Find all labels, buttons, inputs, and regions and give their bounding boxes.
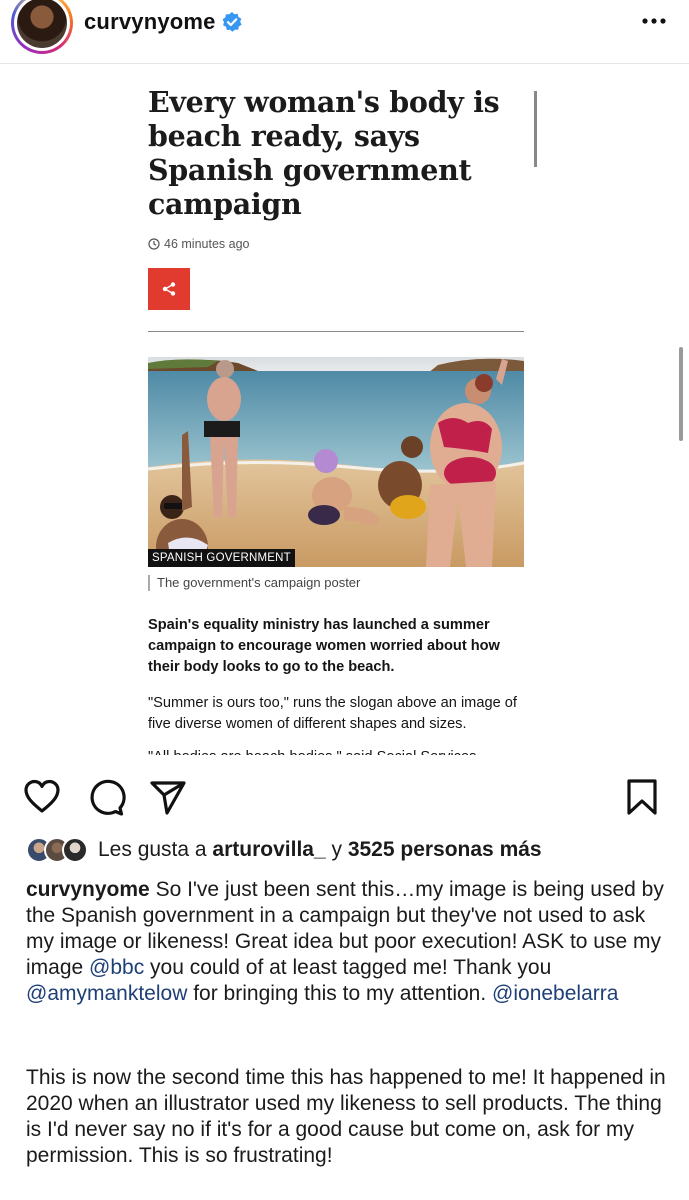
beach-illustration: [148, 357, 524, 567]
post-username[interactable]: curvynyome: [84, 9, 216, 35]
headline-accent-bar: [534, 91, 537, 167]
heart-icon: [24, 779, 60, 813]
bookmark-icon: [627, 779, 657, 815]
mention-link[interactable]: @bbc: [89, 956, 144, 979]
article-lead: Spain's equality ministry has launched a…: [148, 617, 500, 675]
post-caption: curvynyome So I've just been sent this…m…: [26, 877, 666, 1007]
article-scrollbar[interactable]: [679, 347, 683, 441]
story-ring[interactable]: [11, 0, 73, 54]
post-actions: [0, 765, 689, 827]
likes-middle: y: [325, 838, 348, 861]
more-horizontal-icon[interactable]: [640, 14, 668, 28]
caption-text-2: you could of at least tagged me! Thank y…: [144, 956, 552, 979]
campaign-poster-image: SPANISH GOVERNMENT: [148, 357, 524, 567]
save-button[interactable]: [622, 777, 662, 817]
likes-text: Les gusta a arturovilla_ y 3525 personas…: [98, 838, 542, 862]
likes-user[interactable]: arturovilla_: [212, 838, 325, 861]
send-icon: [150, 781, 186, 815]
likes-count[interactable]: 3525 personas más: [348, 838, 542, 861]
likes-prefix: Les gusta a: [98, 838, 213, 861]
clock-icon: [148, 238, 160, 250]
mention-link[interactable]: @ionebelarra: [492, 982, 618, 1005]
post-image-article[interactable]: Every woman's body is beach ready, says …: [0, 65, 689, 757]
caption-username[interactable]: curvynyome: [26, 878, 150, 901]
timestamp-text: 46 minutes ago: [164, 237, 250, 251]
comment-button[interactable]: [86, 777, 126, 817]
article-share-button[interactable]: [148, 268, 190, 310]
post-header: curvynyome: [0, 0, 689, 64]
comment-icon: [90, 779, 126, 816]
caption-text-3: for bringing this to my attention.: [187, 982, 493, 1005]
article-paragraph-cut: "All bodies are beach bodies," said Soci…: [148, 747, 533, 755]
like-button[interactable]: [22, 777, 62, 817]
article-headline: Every woman's body is beach ready, says …: [148, 85, 500, 221]
verified-badge-icon: [222, 12, 242, 32]
article-paragraph: "Summer is ours too," runs the slogan ab…: [148, 695, 517, 732]
likes-row[interactable]: Les gusta a arturovilla_ y 3525 personas…: [26, 834, 542, 866]
article-divider: [148, 331, 524, 332]
image-caption: The government's campaign poster: [148, 575, 360, 591]
liker-avatar[interactable]: [62, 837, 88, 863]
send-button[interactable]: [148, 777, 188, 817]
post-caption-paragraph-2: This is now the second time this has hap…: [26, 1066, 666, 1167]
article-timestamp: 46 minutes ago: [148, 237, 249, 251]
mention-link[interactable]: @amymanktelow: [26, 982, 187, 1005]
avatar-frame: [14, 0, 70, 51]
share-icon: [162, 282, 176, 296]
avatar[interactable]: [17, 0, 67, 48]
image-credit: SPANISH GOVERNMENT: [148, 549, 295, 567]
